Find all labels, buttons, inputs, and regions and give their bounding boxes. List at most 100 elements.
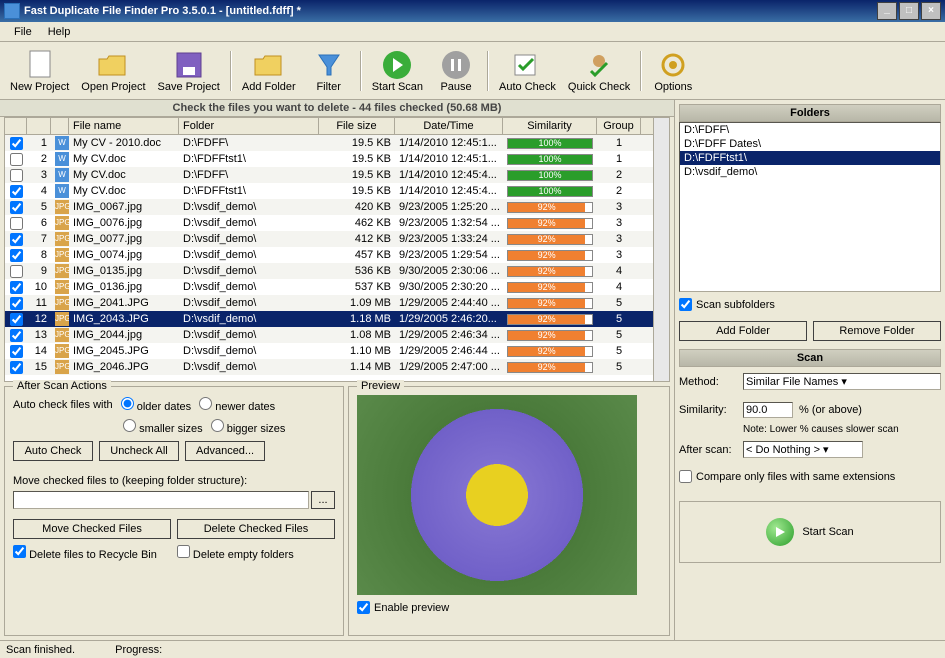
row-checkbox[interactable]: [10, 313, 23, 326]
col-icon[interactable]: [51, 118, 69, 134]
table-row[interactable]: 11JPGIMG_2041.JPGD:\vsdif_demo\1.09 MB1/…: [5, 295, 653, 311]
after-scan-legend: After Scan Actions: [13, 380, 111, 392]
row-checkbox[interactable]: [10, 233, 23, 246]
row-checkbox[interactable]: [10, 137, 23, 150]
row-checkbox[interactable]: [10, 281, 23, 294]
col-filesize[interactable]: File size: [319, 118, 395, 134]
menu-file[interactable]: File: [6, 24, 40, 39]
enable-preview-checkbox[interactable]: Enable preview: [357, 601, 661, 614]
close-button[interactable]: ×: [921, 2, 941, 20]
cell-group: 5: [597, 312, 641, 326]
table-row[interactable]: 2WMy CV.docD:\FDFFtst1\19.5 KB1/14/2010 …: [5, 151, 653, 167]
advanced-btn[interactable]: Advanced...: [185, 441, 265, 461]
empty-folders-checkbox[interactable]: Delete empty folders: [177, 545, 294, 561]
uncheck-all-btn[interactable]: Uncheck All: [99, 441, 179, 461]
cell-group: 3: [597, 200, 641, 214]
table-row[interactable]: 14JPGIMG_2045.JPGD:\vsdif_demo\1.10 MB1/…: [5, 343, 653, 359]
start-scan-button[interactable]: Start Scan: [366, 47, 429, 95]
row-checkbox[interactable]: [10, 345, 23, 358]
minimize-button[interactable]: _: [877, 2, 897, 20]
col-folder[interactable]: Folder: [179, 118, 319, 134]
compare-ext-checkbox[interactable]: Compare only files with same extensions: [679, 470, 941, 483]
row-checkbox[interactable]: [10, 249, 23, 262]
table-row[interactable]: 1WMy CV - 2010.docD:\FDFF\19.5 KB1/14/20…: [5, 135, 653, 151]
table-scrollbar[interactable]: [653, 118, 669, 381]
row-checkbox[interactable]: [10, 201, 23, 214]
table-row[interactable]: 8JPGIMG_0074.jpgD:\vsdif_demo\457 KB9/23…: [5, 247, 653, 263]
row-checkbox[interactable]: [10, 153, 23, 166]
move-checked-btn[interactable]: Move Checked Files: [13, 519, 171, 539]
row-number: 14: [27, 344, 51, 358]
row-checkbox[interactable]: [10, 361, 23, 374]
table-row[interactable]: 13JPGIMG_2044.jpgD:\vsdif_demo\1.08 MB1/…: [5, 327, 653, 343]
col-similarity[interactable]: Similarity: [503, 118, 597, 134]
new-project-button[interactable]: New Project: [4, 47, 75, 95]
save-project-button[interactable]: Save Project: [152, 47, 226, 95]
cell-filename: IMG_2044.jpg: [69, 328, 179, 342]
browse-button[interactable]: ...: [311, 491, 335, 509]
row-checkbox[interactable]: [10, 169, 23, 182]
col-group[interactable]: Group: [597, 118, 641, 134]
filter-button[interactable]: Filter: [302, 47, 356, 95]
table-row[interactable]: 6JPGIMG_0076.jpgD:\vsdif_demo\462 KB9/23…: [5, 215, 653, 231]
open-project-button[interactable]: Open Project: [75, 47, 151, 95]
cell-date: 1/14/2010 12:45:1...: [395, 136, 503, 150]
auto-check-btn[interactable]: Auto Check: [13, 441, 93, 461]
new-file-icon: [24, 49, 56, 81]
pause-button[interactable]: Pause: [429, 47, 483, 95]
delete-checked-btn[interactable]: Delete Checked Files: [177, 519, 335, 539]
similarity-spinner[interactable]: [743, 402, 793, 418]
col-filename[interactable]: File name: [69, 118, 179, 134]
row-checkbox[interactable]: [10, 265, 23, 278]
cell-folder: D:\FDFFtst1\: [179, 184, 319, 198]
table-row[interactable]: 3WMy CV.docD:\FDFF\19.5 KB1/14/2010 12:4…: [5, 167, 653, 183]
folder-list-item[interactable]: D:\FDFFtst1\: [680, 151, 940, 165]
add-folder-btn[interactable]: Add Folder: [679, 321, 807, 341]
quick-check-button[interactable]: Quick Check: [562, 47, 636, 95]
cell-date: 1/29/2005 2:44:40 ...: [395, 296, 503, 310]
row-checkbox[interactable]: [10, 329, 23, 342]
folder-list-item[interactable]: D:\vsdif_demo\: [680, 165, 940, 179]
table-row[interactable]: 5JPGIMG_0067.jpgD:\vsdif_demo\420 KB9/23…: [5, 199, 653, 215]
maximize-button[interactable]: □: [899, 2, 919, 20]
options-button[interactable]: Options: [646, 47, 700, 95]
col-datetime[interactable]: Date/Time: [395, 118, 503, 134]
table-row[interactable]: 4WMy CV.docD:\FDFFtst1\19.5 KB1/14/2010 …: [5, 183, 653, 199]
recycle-checkbox[interactable]: Delete files to Recycle Bin: [13, 545, 157, 561]
table-row[interactable]: 10JPGIMG_0136.jpgD:\vsdif_demo\537 KB9/3…: [5, 279, 653, 295]
toolbar: New Project Open Project Save Project Ad…: [0, 42, 945, 100]
folder-list-item[interactable]: D:\FDFF\: [680, 123, 940, 137]
radio-smaller-sizes[interactable]: smaller sizes: [123, 419, 203, 435]
radio-older-dates[interactable]: older dates: [121, 397, 192, 413]
col-check[interactable]: [5, 118, 27, 134]
row-checkbox[interactable]: [10, 297, 23, 310]
table-row[interactable]: 7JPGIMG_0077.jpgD:\vsdif_demo\412 KB9/23…: [5, 231, 653, 247]
after-scan-select[interactable]: < Do Nothing > ▾: [743, 441, 863, 458]
row-number: 2: [27, 152, 51, 166]
start-scan-big-button[interactable]: Start Scan: [679, 501, 941, 563]
auto-check-button[interactable]: Auto Check: [493, 47, 562, 95]
table-row[interactable]: 12JPGIMG_2043.JPGD:\vsdif_demo\1.18 MB1/…: [5, 311, 653, 327]
add-folder-button[interactable]: Add Folder: [236, 47, 302, 95]
radio-bigger-sizes[interactable]: bigger sizes: [211, 419, 286, 435]
move-path-input[interactable]: [13, 491, 309, 509]
row-checkbox[interactable]: [10, 217, 23, 230]
menubar: File Help: [0, 22, 945, 42]
cell-group: 4: [597, 264, 641, 278]
cell-size: 412 KB: [319, 232, 395, 246]
col-number[interactable]: [27, 118, 51, 134]
folder-list[interactable]: D:\FDFF\D:\FDFF Dates\D:\FDFFtst1\D:\vsd…: [679, 122, 941, 292]
cell-folder: D:\vsdif_demo\: [179, 200, 319, 214]
method-select[interactable]: Similar File Names ▾: [743, 373, 941, 390]
cell-group: 1: [597, 136, 641, 150]
scan-subfolders-checkbox[interactable]: Scan subfolders: [679, 298, 941, 311]
row-checkbox[interactable]: [10, 185, 23, 198]
file-table: File name Folder File size Date/Time Sim…: [5, 118, 653, 381]
radio-newer-dates[interactable]: newer dates: [199, 397, 275, 413]
table-row[interactable]: 15JPGIMG_2046.JPGD:\vsdif_demo\1.14 MB1/…: [5, 359, 653, 375]
menu-help[interactable]: Help: [40, 24, 79, 39]
progress-label: Progress:: [115, 644, 162, 656]
folder-list-item[interactable]: D:\FDFF Dates\: [680, 137, 940, 151]
remove-folder-btn[interactable]: Remove Folder: [813, 321, 941, 341]
table-row[interactable]: 9JPGIMG_0135.jpgD:\vsdif_demo\536 KB9/30…: [5, 263, 653, 279]
